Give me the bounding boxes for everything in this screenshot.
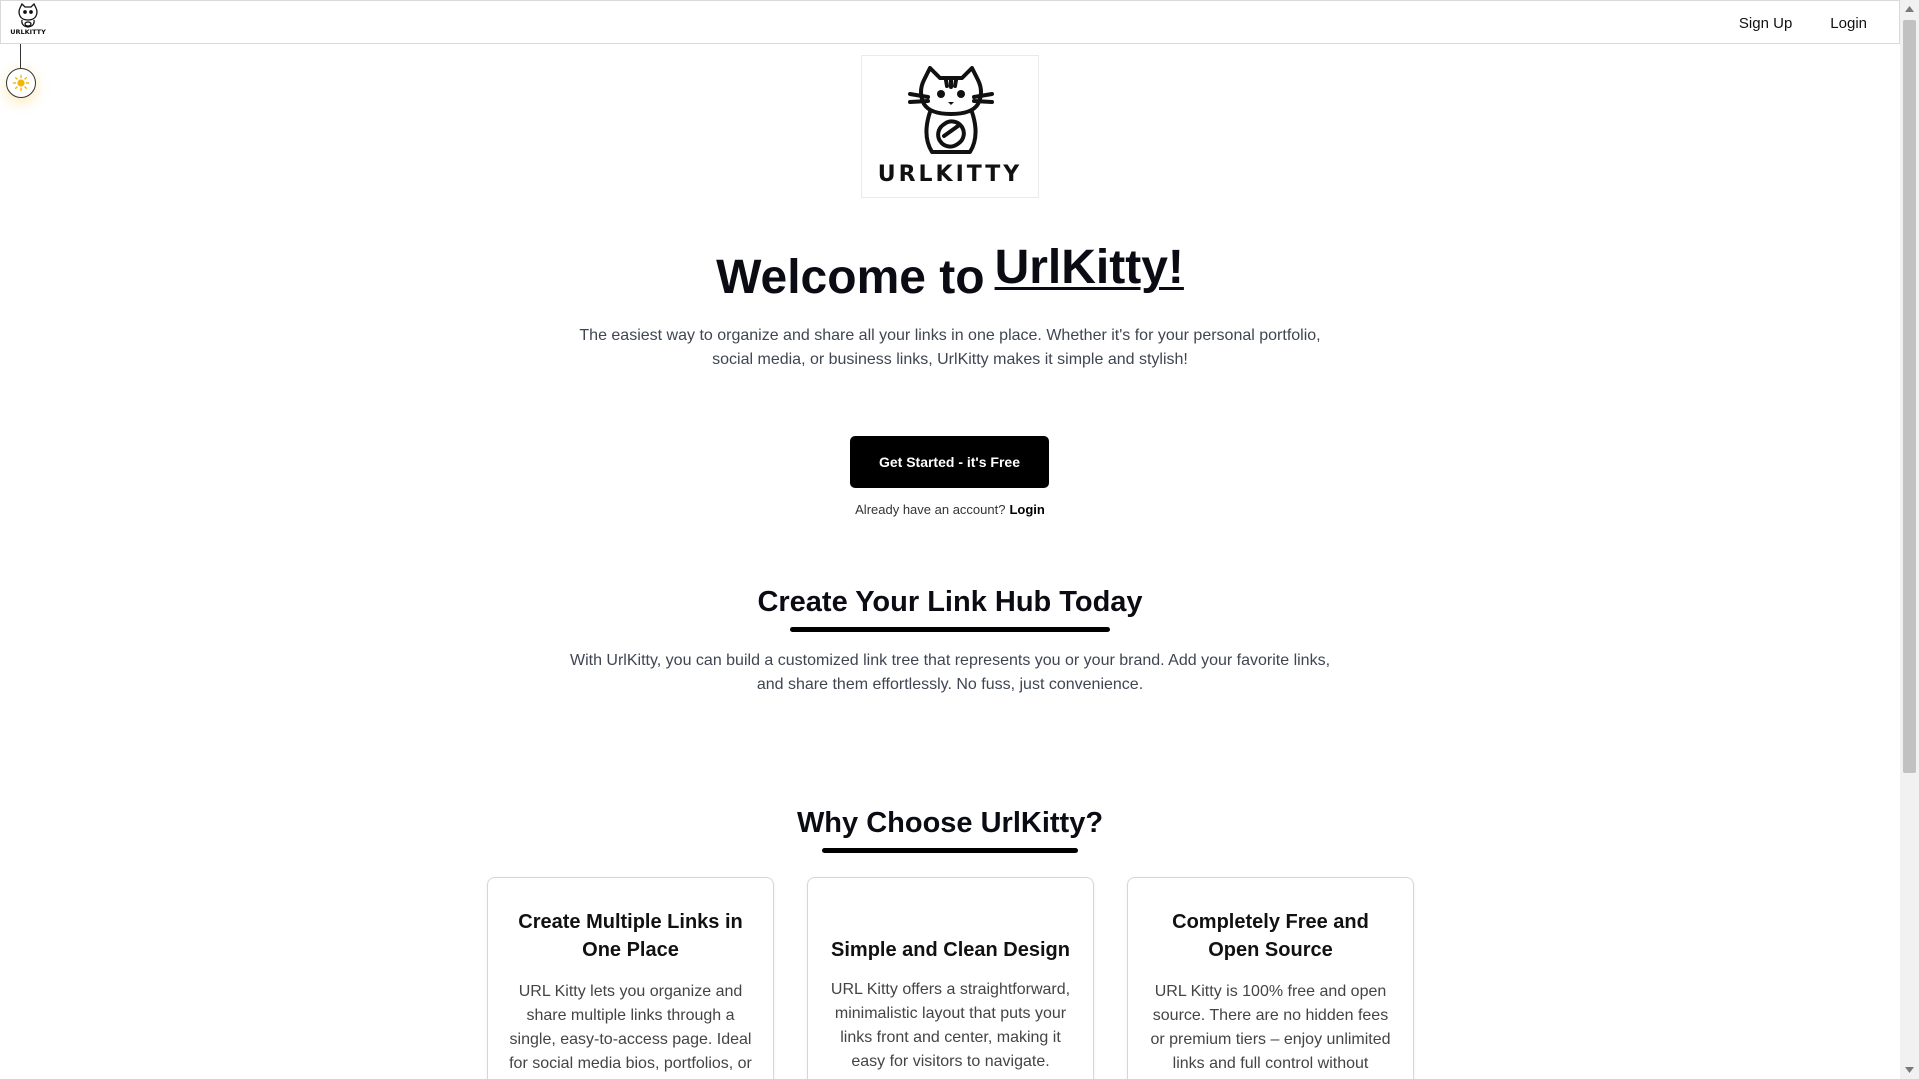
headline-brand-link[interactable]: UrlKitty!: [995, 240, 1184, 295]
get-started-button[interactable]: Get Started - it's Free: [850, 436, 1049, 488]
hero-logo: URLKITTY: [861, 55, 1039, 198]
nav-logo[interactable]: URLKITTY: [7, 2, 49, 37]
scrollbar-thumb[interactable]: [1903, 20, 1916, 773]
scroll-up-arrow-icon[interactable]: [1900, 0, 1919, 18]
link-hub-title: Create Your Link Hub Today: [757, 586, 1143, 618]
svg-text:URLKITTY: URLKITTY: [10, 28, 46, 36]
account-login-link[interactable]: Login: [1009, 502, 1044, 517]
page-headline: Welcome to UrlKitty!: [0, 241, 1900, 305]
top-navbar: URLKITTY Sign Up Login: [0, 0, 1900, 44]
link-hub-underline: [790, 627, 1110, 632]
hero-logo-text: URLKITTY: [877, 162, 1023, 187]
card-title: Completely Free and Open Source: [1172, 911, 1369, 961]
signup-link[interactable]: Sign Up: [1739, 15, 1792, 32]
feature-card-free-open-source: Completely Free and Open Source URL Kitt…: [1127, 877, 1414, 1079]
account-prompt: Already have an account? Login: [0, 502, 1900, 517]
login-link[interactable]: Login: [1830, 15, 1867, 32]
scroll-down-arrow-icon[interactable]: [1900, 1061, 1919, 1079]
why-title: Why Choose UrlKitty?: [796, 807, 1104, 839]
cat-logo-icon: URLKITTY: [10, 2, 46, 36]
link-hub-text: With UrlKitty, you can build a customize…: [569, 652, 1331, 693]
account-prompt-text: Already have an account?: [855, 502, 1006, 517]
feature-card-multiple-links: Create Multiple Links in One Place URL K…: [487, 877, 774, 1079]
theme-toggle-string: [20, 44, 21, 68]
card-text: URL Kitty lets you organize and share mu…: [509, 983, 752, 1072]
vertical-scrollbar[interactable]: [1900, 0, 1919, 1079]
card-title: Create Multiple Links in One Place: [518, 911, 743, 961]
headline-prefix: Welcome to: [716, 251, 985, 304]
intro-text: The easiest way to organize and share al…: [579, 327, 1321, 368]
nav-links: Sign Up Login: [1739, 1, 1867, 45]
why-underline: [822, 848, 1078, 853]
card-text: URL Kitty offers a straightforward, mini…: [830, 981, 1071, 1070]
card-text: URL Kitty is 100% free and open source. …: [1150, 983, 1391, 1072]
card-title: Simple and Clean Design: [831, 939, 1070, 961]
sun-icon: [12, 74, 30, 92]
cat-mascot-icon: [908, 66, 994, 154]
theme-toggle-button[interactable]: [6, 68, 36, 98]
page: URLKITTY Sign Up Login URLKITTY Welcome …: [0, 0, 1919, 1079]
feature-card-clean-design: Simple and Clean Design URL Kitty offers…: [807, 877, 1094, 1079]
